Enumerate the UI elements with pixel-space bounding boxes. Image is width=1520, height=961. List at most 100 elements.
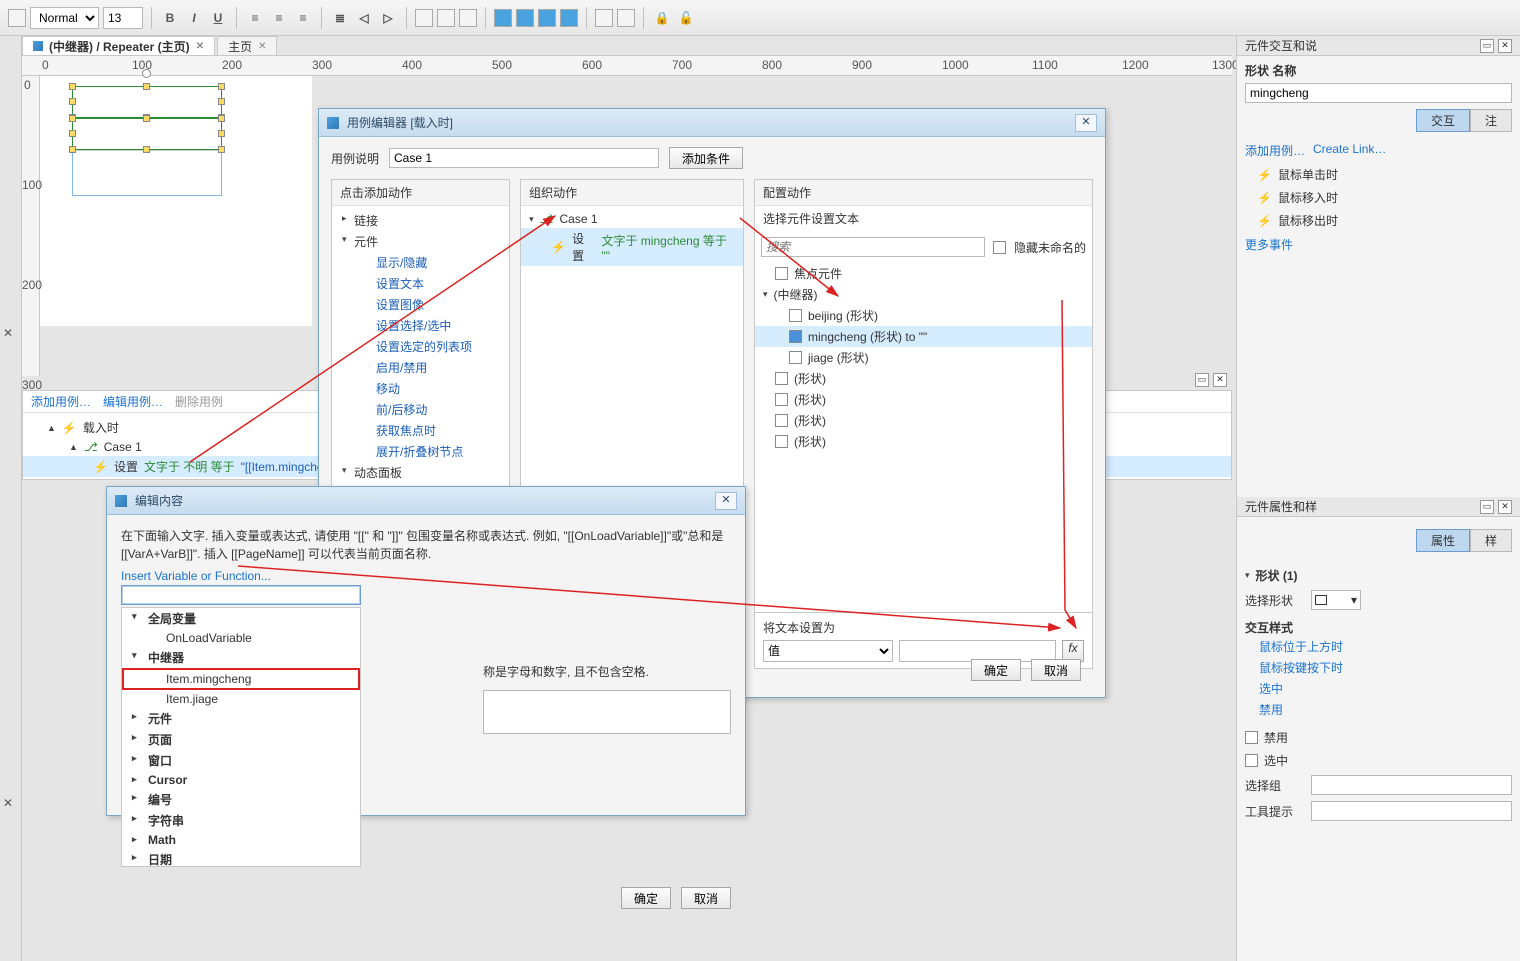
var-item-jiage[interactable]: Item.jiage <box>122 690 360 708</box>
org-action[interactable]: ⚡ 设置 文字于 mingcheng 等于 "" <box>521 228 743 266</box>
unlock-button[interactable]: 🔓 <box>676 8 696 28</box>
paragraph-style-select[interactable]: Normal <box>30 7 99 29</box>
arrange-4-button[interactable] <box>560 9 578 27</box>
cfg-shape-row[interactable]: (形状) <box>755 410 1092 431</box>
org-case[interactable]: ▾ ⎇ Case 1 <box>521 210 743 228</box>
select-group-input[interactable] <box>1311 775 1512 795</box>
cfg-shape-row[interactable]: (形状) <box>755 368 1092 389</box>
create-link-link[interactable]: Create Link… <box>1313 142 1386 159</box>
cfg-focus-row[interactable]: 焦点元件 <box>755 263 1092 284</box>
var-group-math[interactable]: ▸Math <box>122 831 360 849</box>
action-set-text[interactable]: 设置文本 <box>332 273 509 294</box>
action-show-hide[interactable]: 显示/隐藏 <box>332 252 509 273</box>
restore-icon[interactable]: ▭ <box>1480 39 1494 53</box>
align-center-button[interactable]: ≡ <box>269 8 289 28</box>
gutter-close-icon-2[interactable]: ✕ <box>3 796 13 810</box>
outdent-button[interactable]: ◁ <box>354 8 374 28</box>
dialog-close-button[interactable]: ✕ <box>1075 114 1097 132</box>
selected-checkbox[interactable] <box>1245 754 1258 767</box>
edit-case-link[interactable]: 编辑用例… <box>103 393 163 410</box>
var-group-string[interactable]: ▸字符串 <box>122 810 360 831</box>
var-group-global[interactable]: ▾全局变量 <box>122 608 360 629</box>
action-group-widget[interactable]: ▾元件 <box>332 231 509 252</box>
cfg-shape-row[interactable]: (形状) <box>755 389 1092 410</box>
line-color-button[interactable] <box>437 9 455 27</box>
insert-variable-link[interactable]: Insert Variable or Function... <box>121 569 271 583</box>
arrange-2-button[interactable] <box>516 9 534 27</box>
var-group-number[interactable]: ▸编号 <box>122 789 360 810</box>
var-group-repeater[interactable]: ▾中继器 <box>122 647 360 668</box>
indent-button[interactable]: ▷ <box>378 8 398 28</box>
style-mousedown[interactable]: 鼠标按键按下时 <box>1245 657 1512 678</box>
action-group-link[interactable]: ▸链接 <box>332 210 509 231</box>
style-hover[interactable]: 鼠标位于上方时 <box>1245 636 1512 657</box>
shape-name-input[interactable] <box>1245 83 1512 103</box>
ok-button[interactable]: 确定 <box>621 887 671 909</box>
ok-button[interactable]: 确定 <box>971 659 1021 681</box>
arrange-3-button[interactable] <box>538 9 556 27</box>
disabled-checkbox[interactable] <box>1245 731 1258 744</box>
selection-handles-2[interactable] <box>72 118 222 150</box>
case-name-input[interactable] <box>389 148 659 168</box>
bullets-button[interactable]: ≣ <box>330 8 350 28</box>
event-onmouseenter[interactable]: ⚡鼠标移入时 <box>1237 186 1520 209</box>
add-case-link[interactable]: 添加用例… <box>1245 142 1305 159</box>
event-onmouseleave[interactable]: ⚡鼠标移出时 <box>1237 209 1520 232</box>
var-group-widget[interactable]: ▸元件 <box>122 708 360 729</box>
action-set-image[interactable]: 设置图像 <box>332 294 509 315</box>
action-group-dp[interactable]: ▾动态面板 <box>332 462 509 483</box>
tab-close-icon[interactable]: ✕ <box>196 41 204 52</box>
align-right-button[interactable]: ≡ <box>293 8 313 28</box>
align-left-button[interactable]: ≡ <box>245 8 265 28</box>
cfg-shape-row[interactable]: (形状) <box>755 431 1092 452</box>
action-move[interactable]: 移动 <box>332 378 509 399</box>
bold-button[interactable]: B <box>160 8 180 28</box>
action-enable[interactable]: 启用/禁用 <box>332 357 509 378</box>
ungroup-button[interactable] <box>617 9 635 27</box>
cfg-jiage-row[interactable]: jiage (形状) <box>755 347 1092 368</box>
fill-color-button[interactable] <box>415 9 433 27</box>
add-condition-button[interactable]: 添加条件 <box>669 147 743 169</box>
style-disabled[interactable]: 禁用 <box>1245 699 1512 720</box>
lock-button[interactable]: 🔒 <box>652 8 672 28</box>
design-canvas[interactable] <box>22 76 312 326</box>
restore-icon[interactable]: ▭ <box>1480 500 1494 514</box>
tab-close-icon[interactable]: ✕ <box>258 41 266 52</box>
dialog-titlebar[interactable]: 用例编辑器 [载入时] ✕ <box>319 109 1105 137</box>
value-type-select[interactable]: 值 <box>763 640 893 662</box>
group-button[interactable] <box>595 9 613 27</box>
selection-handles[interactable] <box>72 86 222 118</box>
hide-unnamed-checkbox[interactable] <box>993 241 1006 254</box>
close-icon[interactable]: ✕ <box>1498 500 1512 514</box>
cfg-beijing-row[interactable]: beijing (形状) <box>755 305 1092 326</box>
cfg-repeater-row[interactable]: ▾(中继器) <box>755 284 1092 305</box>
close-icon[interactable]: ✕ <box>1498 39 1512 53</box>
line-style-button[interactable] <box>459 9 477 27</box>
shape-group-row[interactable]: ▾形状 (1) <box>1245 564 1512 587</box>
close-icon[interactable]: ✕ <box>1213 373 1227 387</box>
dialog-close-button[interactable]: ✕ <box>715 492 737 510</box>
action-tree[interactable]: 展开/折叠树节点 <box>332 441 509 462</box>
italic-button[interactable]: I <box>184 8 204 28</box>
var-item-mingcheng[interactable]: Item.mingcheng <box>122 668 360 690</box>
var-onload[interactable]: OnLoadVariable <box>122 629 360 647</box>
cfg-mingcheng-row[interactable]: mingcheng (形状) to "" <box>755 326 1092 347</box>
event-onclick[interactable]: ⚡鼠标单击时 <box>1237 163 1520 186</box>
shape-picker[interactable]: ▾ <box>1311 590 1361 610</box>
gutter-close-icon[interactable]: ✕ <box>3 326 13 340</box>
var-group-cursor[interactable]: ▸Cursor <box>122 771 360 789</box>
var-group-page[interactable]: ▸页面 <box>122 729 360 750</box>
tab-style[interactable]: 样 <box>1470 529 1512 552</box>
dialog-titlebar[interactable]: 编辑内容 ✕ <box>107 487 745 515</box>
var-group-date[interactable]: ▸日期 <box>122 849 360 867</box>
style-selected[interactable]: 选中 <box>1245 678 1512 699</box>
action-focus[interactable]: 获取焦点时 <box>332 420 509 441</box>
tooltip-input[interactable] <box>1311 801 1512 821</box>
tab-properties[interactable]: 属性 <box>1416 529 1470 552</box>
expression-input[interactable] <box>121 585 361 605</box>
arrange-1-button[interactable] <box>494 9 512 27</box>
underline-button[interactable]: U <box>208 8 228 28</box>
action-set-selected[interactable]: 设置选择/选中 <box>332 315 509 336</box>
widget-search-input[interactable] <box>761 237 985 257</box>
action-order[interactable]: 前/后移动 <box>332 399 509 420</box>
